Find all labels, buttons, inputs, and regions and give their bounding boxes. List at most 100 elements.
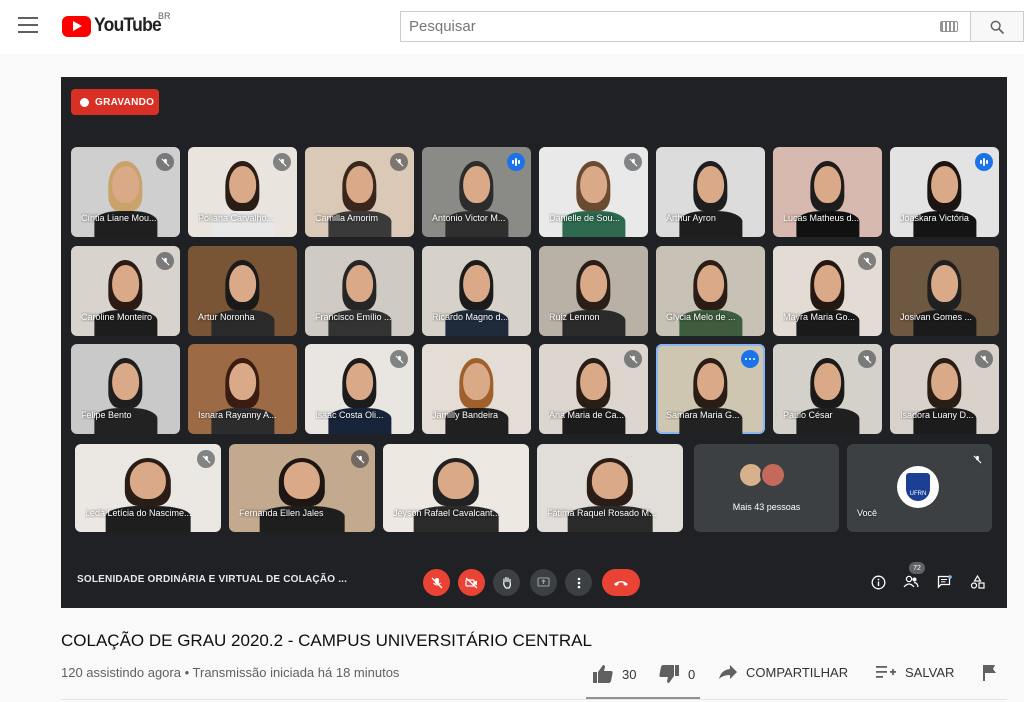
participant-video — [327, 357, 392, 434]
mic-off-icon — [156, 252, 174, 270]
participant-tile[interactable]: Ruiz Lennon — [539, 246, 648, 336]
participant-tile[interactable]: Isadora Luany D... — [890, 344, 999, 434]
participant-tile[interactable]: Antonio Victor M... — [422, 147, 531, 237]
participant-tile[interactable]: Isnara Rayanny A... — [188, 344, 297, 434]
participant-tile[interactable]: Joaskara Victória — [890, 147, 999, 237]
search-icon — [990, 20, 1004, 34]
leave-call-button[interactable] — [602, 569, 640, 596]
participants-button[interactable] — [902, 573, 920, 591]
participant-name: Felipe Bento — [81, 410, 132, 420]
camera-toggle-button[interactable] — [458, 569, 485, 596]
save-button[interactable]: SALVAR — [875, 664, 954, 680]
participant-tile[interactable]: Jeyson Rafael Cavalcant... — [383, 444, 529, 532]
youtube-play-icon — [62, 15, 91, 37]
participant-tile[interactable]: Cíntia Liane Mou... — [71, 147, 180, 237]
top-bar: YouTube BR — [0, 0, 1024, 54]
participant-tile[interactable]: Arthur Ayron — [656, 147, 765, 237]
participant-tile[interactable]: Fátima Raquel Rosado M... — [537, 444, 683, 532]
participant-tile[interactable]: Camilla Amorim — [305, 147, 414, 237]
participant-name: Danielle de Sou... — [549, 213, 621, 223]
participant-video — [678, 357, 743, 434]
self-label: Você — [857, 508, 878, 518]
share-button[interactable]: COMPARTILHAR — [718, 664, 848, 680]
video-player[interactable]: GRAVANDO Cíntia Liane Mou... Poliana Carv… — [61, 77, 1007, 608]
chat-button[interactable] — [935, 573, 953, 591]
participant-video — [210, 357, 275, 434]
speaking-indicator-icon — [507, 153, 525, 171]
participant-name: Isnara Rayanny A... — [198, 410, 277, 420]
video-title: COLAÇÃO DE GRAU 2020.2 - CAMPUS UNIVERSI… — [61, 631, 592, 650]
participant-tile[interactable]: Ana Maria de Ca... — [539, 344, 648, 434]
participant-tile[interactable]: Lucas Matheus d... — [773, 147, 882, 237]
participant-tile[interactable]: Danielle de Sou... — [539, 147, 648, 237]
mic-off-icon — [624, 350, 642, 368]
participant-tile[interactable]: Glycia Melo de ... — [656, 246, 765, 336]
participant-tile[interactable]: Mayra Maria Go... — [773, 246, 882, 336]
participant-name: Isaac Costa Oli... — [315, 410, 384, 420]
participant-video — [912, 160, 977, 237]
mic-off-icon — [968, 450, 986, 468]
participant-name: Francisco Emílio ... — [315, 312, 392, 322]
participant-tile[interactable]: Samara Maria G... — [656, 344, 765, 434]
dislike-button[interactable]: 0 — [658, 664, 695, 684]
more-people-label: Mais 43 pessoas — [732, 502, 801, 512]
participant-video — [912, 259, 977, 336]
participant-tile[interactable]: Fernanda Ellen Jales — [229, 444, 375, 532]
participant-tile[interactable]: Josivan Gomes ... — [890, 246, 999, 336]
like-button[interactable]: 30 — [592, 664, 636, 684]
participant-tile[interactable]: Paulo César — [773, 344, 882, 434]
mic-off-icon — [351, 450, 369, 468]
present-button[interactable] — [530, 569, 557, 596]
record-dot-icon — [80, 97, 89, 107]
participant-video — [413, 456, 499, 532]
mic-toggle-button[interactable] — [423, 569, 450, 596]
participant-name: Ana Maria de Ca... — [549, 410, 625, 420]
participant-video — [444, 259, 509, 336]
participant-video — [210, 160, 275, 237]
raise-hand-button[interactable] — [493, 569, 520, 596]
meeting-title: SOLENIDADE ORDINÁRIA E VIRTUAL DE COLAÇÃ… — [77, 574, 348, 585]
keyboard-icon[interactable] — [940, 21, 958, 32]
participant-video — [259, 456, 345, 532]
shapes-icon — [970, 575, 985, 589]
present-screen-icon — [537, 577, 550, 587]
participant-video — [93, 357, 158, 434]
participant-video — [795, 160, 860, 237]
participant-video — [327, 160, 392, 237]
activities-button[interactable] — [968, 573, 986, 591]
participant-video — [912, 357, 977, 434]
youtube-logo[interactable]: YouTube BR — [62, 11, 171, 38]
menu-icon[interactable] — [18, 17, 38, 33]
participant-tile[interactable]: Felipe Bento — [71, 344, 180, 434]
search-input[interactable] — [401, 12, 940, 41]
thumbs-up-icon — [593, 665, 613, 683]
participant-tile[interactable]: Ricardo Magno d... — [422, 246, 531, 336]
participant-tile[interactable]: Francisco Emílio ... — [305, 246, 414, 336]
search-button[interactable] — [970, 11, 1024, 42]
more-people-tile[interactable]: Mais 43 pessoas — [694, 444, 839, 532]
chat-icon — [937, 575, 952, 589]
report-button[interactable] — [982, 664, 998, 682]
save-label: SALVAR — [905, 664, 955, 680]
participant-tile[interactable]: Ledá Letícia do Nascime... — [75, 444, 221, 532]
like-count: 30 — [622, 666, 637, 682]
participant-video — [561, 357, 626, 434]
participant-name: Lucas Matheus d... — [783, 213, 860, 223]
mic-off-icon — [975, 350, 993, 368]
participant-tile[interactable]: Jamilly Bandeira — [422, 344, 531, 434]
people-icon — [903, 575, 919, 588]
participant-name: Artur Noronha — [198, 312, 255, 322]
participant-tile[interactable]: Isaac Costa Oli... — [305, 344, 414, 434]
participant-name: Paulo César — [783, 410, 833, 420]
participant-tile[interactable]: Artur Noronha — [188, 246, 297, 336]
participant-tile[interactable]: Caroline Monteiro — [71, 246, 180, 336]
more-options-button[interactable] — [565, 569, 592, 596]
participant-name: Ricardo Magno d... — [432, 312, 509, 322]
meeting-info-button[interactable] — [869, 573, 887, 591]
more-horiz-icon[interactable] — [741, 350, 759, 368]
participant-name: Caroline Monteiro — [81, 312, 153, 322]
participant-name: Isadora Luany D... — [900, 410, 974, 420]
self-tile[interactable]: UFRN Você — [847, 444, 992, 532]
participant-tile[interactable]: Poliana Carvalho... — [188, 147, 297, 237]
participant-video — [444, 357, 509, 434]
